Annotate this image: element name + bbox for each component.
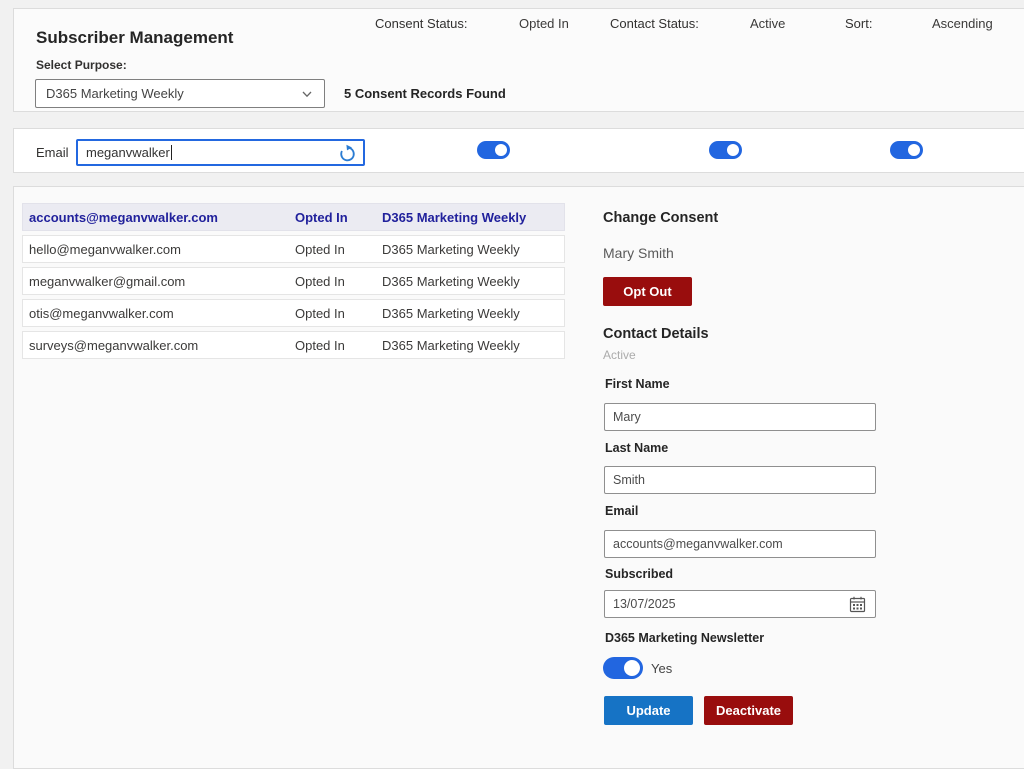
consent-records-table: accounts@meganvwalker.com Opted In D365 … <box>22 203 565 359</box>
select-purpose-label: Select Purpose: <box>36 58 127 72</box>
search-input[interactable] <box>78 141 363 164</box>
deactivate-button[interactable]: Deactivate <box>704 696 793 725</box>
table-row[interactable]: accounts@meganvwalker.com Opted In D365 … <box>22 203 565 231</box>
opt-out-button[interactable]: Opt Out <box>603 277 692 306</box>
contact-details-heading: Contact Details <box>603 326 709 342</box>
chevron-down-icon <box>300 87 314 101</box>
contact-status-toggle[interactable] <box>709 141 742 159</box>
table-row[interactable]: hello@meganvwalker.com Opted In D365 Mar… <box>22 235 565 263</box>
page-title: Subscriber Management <box>36 28 233 48</box>
row-purpose: D365 Marketing Weekly <box>382 274 564 289</box>
row-purpose: D365 Marketing Weekly <box>382 306 564 321</box>
table-row[interactable]: surveys@meganvwalker.com Opted In D365 M… <box>22 331 565 359</box>
row-status: Opted In <box>295 338 382 353</box>
newsletter-label: D365 Marketing Newsletter <box>605 631 764 645</box>
contact-name: Mary Smith <box>603 245 674 261</box>
newsletter-toggle-value: Yes <box>651 661 672 676</box>
email-field[interactable] <box>604 530 876 558</box>
row-email: otis@meganvwalker.com <box>29 306 295 321</box>
first-name-label: First Name <box>605 377 670 391</box>
consent-status-toggle[interactable] <box>477 141 510 159</box>
text-caret <box>171 145 172 160</box>
row-email: meganvwalker@gmail.com <box>29 274 295 289</box>
row-status: Opted In <box>295 306 382 321</box>
table-row[interactable]: meganvwalker@gmail.com Opted In D365 Mar… <box>22 267 565 295</box>
row-status: Opted In <box>295 210 382 225</box>
row-status: Opted In <box>295 274 382 289</box>
sort-value: Ascending <box>932 16 993 31</box>
row-purpose: D365 Marketing Weekly <box>382 242 564 257</box>
row-purpose: D365 Marketing Weekly <box>382 338 564 353</box>
contact-status-value: Active <box>750 16 785 31</box>
email-label: Email <box>605 504 638 518</box>
email-filter-label: Email <box>36 145 69 160</box>
purpose-dropdown[interactable]: D365 Marketing Weekly <box>35 79 325 108</box>
purpose-dropdown-value: D365 Marketing Weekly <box>46 86 184 101</box>
row-email: surveys@meganvwalker.com <box>29 338 295 353</box>
row-email: accounts@meganvwalker.com <box>29 210 295 225</box>
first-name-field[interactable] <box>604 403 876 431</box>
email-search-box <box>76 139 365 166</box>
subscribed-date-field[interactable] <box>604 590 876 618</box>
subscriber-management-app: Subscriber Management Select Purpose: D3… <box>0 0 1024 769</box>
sort-toggle[interactable] <box>890 141 923 159</box>
calendar-icon[interactable] <box>849 596 866 613</box>
consent-status-label: Consent Status: <box>375 16 468 31</box>
last-name-label: Last Name <box>605 441 668 455</box>
row-status: Opted In <box>295 242 382 257</box>
change-consent-heading: Change Consent <box>603 210 718 226</box>
row-email: hello@meganvwalker.com <box>29 242 295 257</box>
refresh-icon[interactable] <box>338 144 357 163</box>
last-name-field[interactable] <box>604 466 876 494</box>
contact-status-text: Active <box>603 348 636 362</box>
consent-status-value: Opted In <box>519 16 569 31</box>
contact-status-label: Contact Status: <box>610 16 699 31</box>
table-row[interactable]: otis@meganvwalker.com Opted In D365 Mark… <box>22 299 565 327</box>
sort-label: Sort: <box>845 16 872 31</box>
update-button[interactable]: Update <box>604 696 693 725</box>
newsletter-toggle[interactable] <box>603 657 643 679</box>
row-purpose: D365 Marketing Weekly <box>382 210 564 225</box>
records-found-count: 5 Consent Records Found <box>344 86 506 101</box>
subscribed-label: Subscribed <box>605 567 673 581</box>
